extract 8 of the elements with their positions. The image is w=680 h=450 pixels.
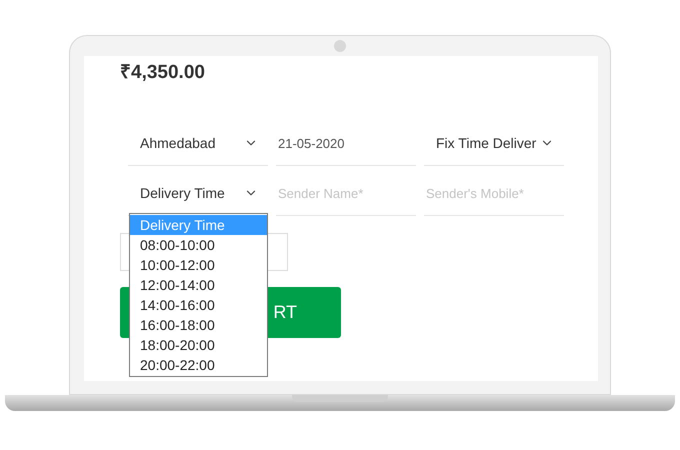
dropdown-option[interactable]: 20:00-22:00	[130, 355, 267, 375]
dropdown-option[interactable]: 12:00-14:00	[130, 275, 267, 295]
price: ₹4,350.00	[120, 61, 206, 85]
dropdown-option[interactable]: 18:00-20:00	[130, 335, 267, 355]
dropdown-option[interactable]: 14:00-16:00	[130, 295, 267, 315]
dropdown-option[interactable]: 08:00-10:00	[130, 235, 267, 255]
dropdown-option[interactable]: 10:00-12:00	[130, 255, 267, 275]
dropdown-option[interactable]: 16:00-18:00	[130, 315, 267, 335]
